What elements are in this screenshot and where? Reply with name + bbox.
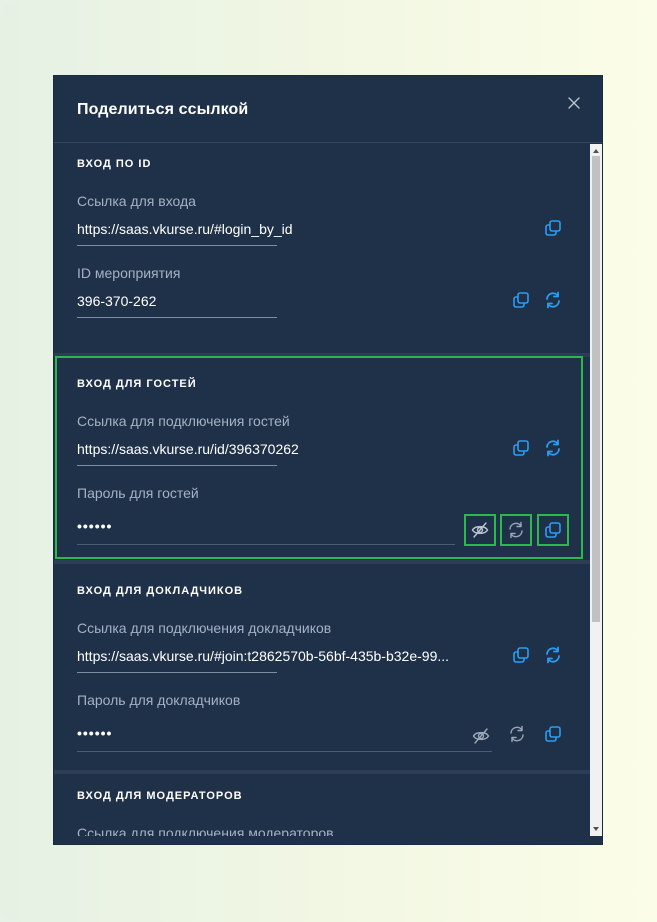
eye-off-icon <box>472 728 490 744</box>
copy-icon <box>513 440 529 456</box>
guest-password-label: Пароль для гостей <box>77 485 199 501</box>
copy-speaker-password-button[interactable] <box>543 724 563 744</box>
regenerate-guest-password-button[interactable] <box>500 514 532 546</box>
copy-icon <box>513 292 529 308</box>
section-title: ВХОД ДЛЯ МОДЕРАТОРОВ <box>77 790 243 802</box>
refresh-icon <box>546 439 560 457</box>
modal-header: Поделиться ссылкой <box>54 76 602 143</box>
login-link-value[interactable]: https://saas.vkurse.ru/#login_by_id <box>77 221 293 237</box>
section-title: ВХОД ПО ID <box>77 158 152 170</box>
login-link-underline <box>77 245 277 246</box>
regenerate-speaker-password-button[interactable] <box>507 724 527 744</box>
speaker-link-value[interactable]: https://saas.vkurse.ru/#join:t2862570b-5… <box>77 648 449 664</box>
scroll-up-arrow-icon[interactable] <box>593 149 599 153</box>
event-id-underline <box>77 317 277 318</box>
vertical-scrollbar[interactable] <box>590 144 602 836</box>
guest-link-value[interactable]: https://saas.vkurse.ru/id/396370262 <box>77 441 299 457</box>
guest-password-value[interactable]: •••••• <box>77 518 112 534</box>
section-login-by-id: ВХОД ПО ID Ссылка для входа https://saas… <box>54 144 590 356</box>
copy-guest-password-button[interactable] <box>537 514 569 546</box>
copy-speaker-link-button[interactable] <box>511 645 531 665</box>
modal-scroll-area[interactable]: ВХОД ПО ID Ссылка для входа https://saas… <box>54 144 590 836</box>
toggle-speaker-password-visibility-button[interactable] <box>471 726 491 746</box>
copy-icon <box>545 726 561 742</box>
close-icon <box>568 97 580 109</box>
section-title: ВХОД ДЛЯ ДОКЛАДЧИКОВ <box>77 585 244 597</box>
refresh-icon <box>509 521 523 539</box>
guest-link-label: Ссылка для подключения гостей <box>77 413 290 429</box>
copy-guest-link-button[interactable] <box>511 438 531 458</box>
refresh-icon <box>546 646 560 664</box>
section-moderator-login: ВХОД ДЛЯ МОДЕРАТОРОВ Ссылка для подключе… <box>54 774 590 836</box>
speaker-link-underline <box>77 672 277 673</box>
close-button[interactable] <box>564 93 584 113</box>
copy-icon <box>545 220 561 236</box>
copy-event-id-button[interactable] <box>511 290 531 310</box>
section-speaker-login: ВХОД ДЛЯ ДОКЛАДЧИКОВ Ссылка для подключе… <box>54 564 590 770</box>
section-title: ВХОД ДЛЯ ГОСТЕЙ <box>77 378 197 390</box>
speaker-password-underline <box>77 751 492 752</box>
scroll-down-arrow-icon[interactable] <box>593 827 599 831</box>
share-link-modal: Поделиться ссылкой ВХОД ПО ID Ссылка для… <box>54 76 602 844</box>
event-id-label: ID мероприятия <box>77 265 181 281</box>
refresh-event-id-button[interactable] <box>543 290 563 310</box>
speaker-password-value[interactable]: •••••• <box>77 725 112 741</box>
copy-icon <box>513 647 529 663</box>
toggle-guest-password-visibility-button[interactable] <box>464 514 496 546</box>
scrollbar-thumb[interactable] <box>592 156 600 622</box>
copy-icon <box>545 522 561 538</box>
speaker-link-label: Ссылка для подключения докладчиков <box>77 620 332 636</box>
copy-login-link-button[interactable] <box>543 218 563 238</box>
refresh-icon <box>546 291 560 309</box>
eye-off-icon <box>471 522 489 538</box>
refresh-icon <box>510 725 524 743</box>
moderator-link-label: Ссылка для подключения модераторов <box>77 825 334 836</box>
refresh-guest-link-button[interactable] <box>543 438 563 458</box>
guest-link-underline <box>77 465 277 466</box>
guest-password-underline <box>77 544 455 545</box>
speaker-password-label: Пароль для докладчиков <box>77 692 241 708</box>
login-link-label: Ссылка для входа <box>77 193 196 209</box>
section-guest-login: ВХОД ДЛЯ ГОСТЕЙ Ссылка для подключения г… <box>54 356 590 560</box>
refresh-speaker-link-button[interactable] <box>543 645 563 665</box>
modal-title: Поделиться ссылкой <box>77 101 249 118</box>
event-id-value[interactable]: 396-370-262 <box>77 293 156 309</box>
